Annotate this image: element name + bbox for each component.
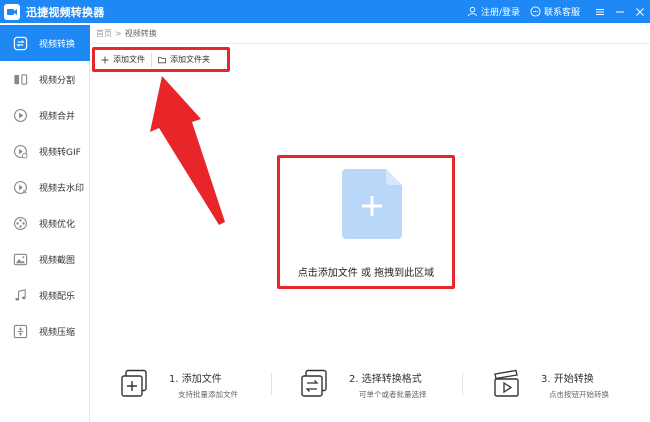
sidebar-item-video-screenshot[interactable]: 视频截图 xyxy=(0,241,90,277)
hamburger-icon xyxy=(596,8,604,15)
sidebar-item-video-split[interactable]: 视频分割 xyxy=(0,61,90,97)
step-select-format: 2. 选择转换格式 可单个或者批量选择 xyxy=(300,366,460,406)
sidebar-item-label: 视频转GIF xyxy=(39,147,81,158)
optimize-icon xyxy=(12,215,28,231)
sidebar-item-video-gif[interactable]: 视频转GIF xyxy=(0,133,90,169)
sidebar-item-label: 视频优化 xyxy=(39,219,76,230)
sidebar-item-label: 视频截图 xyxy=(39,255,76,266)
step-title: 3. 开始转换 xyxy=(541,374,594,385)
title-bar: 迅捷视频转换器 注册/登录 联系客服 xyxy=(0,0,650,23)
music-icon xyxy=(12,287,28,303)
add-file-step-icon xyxy=(121,369,147,397)
app-logo-icon xyxy=(4,3,20,20)
format-switch-step-icon xyxy=(301,369,327,397)
sidebar-item-video-convert[interactable]: 视频转换 xyxy=(0,25,90,61)
step-divider xyxy=(271,373,272,395)
sidebar: 视频转换 视频分割 视频合并 视频转GIF 视频去水印 视频优化 视频截图 视频… xyxy=(0,23,90,422)
sidebar-item-label: 视频压缩 xyxy=(39,327,76,338)
plus-icon xyxy=(101,56,109,63)
menu-button[interactable] xyxy=(590,0,610,23)
breadcrumb-separator: > xyxy=(115,29,122,38)
add-file-icon xyxy=(342,169,402,239)
step-start-convert: 3. 开始转换 点击按钮开始转换 xyxy=(492,366,632,406)
drop-zone-text: 点击添加文件 或 拖拽到此区域 xyxy=(297,268,435,279)
file-drop-zone[interactable]: 点击添加文件 或 拖拽到此区域 xyxy=(277,155,455,289)
screenshot-icon xyxy=(12,251,28,267)
step-title: 2. 选择转换格式 xyxy=(349,374,422,385)
clapperboard-icon xyxy=(494,369,519,397)
step-add-file: 1. 添加文件 支持批量添加文件 xyxy=(120,366,270,406)
sidebar-item-label: 视频去水印 xyxy=(39,183,85,194)
step-subtitle: 点击按钮开始转换 xyxy=(549,390,609,399)
app-title: 迅捷视频转换器 xyxy=(26,5,105,19)
step-title: 1. 添加文件 xyxy=(169,374,222,385)
sidebar-item-label: 视频转换 xyxy=(39,39,76,50)
minimize-icon xyxy=(616,11,624,12)
user-icon xyxy=(467,6,478,17)
chat-icon xyxy=(530,6,541,17)
gif-icon xyxy=(12,143,28,159)
sidebar-item-video-watermark[interactable]: 视频去水印 xyxy=(0,169,90,205)
step-divider xyxy=(462,373,463,395)
sidebar-item-video-optimize[interactable]: 视频优化 xyxy=(0,205,90,241)
sidebar-item-video-music[interactable]: 视频配乐 xyxy=(0,277,90,313)
step-subtitle: 可单个或者批量选择 xyxy=(359,390,427,399)
compress-icon xyxy=(12,323,28,339)
annotation-arrow-icon xyxy=(150,76,225,225)
sidebar-item-video-compress[interactable]: 视频压缩 xyxy=(0,313,90,349)
step-subtitle: 支持批量添加文件 xyxy=(178,390,238,399)
breadcrumb-current: 视频转换 xyxy=(124,29,157,38)
register-login-link[interactable]: 注册/登录 xyxy=(467,5,520,18)
register-login-label: 注册/登录 xyxy=(480,8,520,18)
sidebar-item-video-merge[interactable]: 视频合并 xyxy=(0,97,90,133)
sidebar-item-label: 视频合并 xyxy=(39,111,76,122)
contact-support-label: 联系客服 xyxy=(543,8,580,18)
merge-icon xyxy=(12,107,28,123)
watermark-icon xyxy=(12,179,28,195)
minimize-button[interactable] xyxy=(610,0,630,23)
sidebar-item-label: 视频配乐 xyxy=(39,291,76,302)
breadcrumb: 首页 > 视频转换 xyxy=(96,28,157,39)
close-button[interactable] xyxy=(630,0,650,23)
convert-icon xyxy=(12,35,28,51)
close-icon xyxy=(636,7,644,16)
split-icon xyxy=(12,71,28,87)
contact-support-link[interactable]: 联系客服 xyxy=(530,5,580,18)
header-divider xyxy=(91,43,650,44)
sidebar-item-label: 视频分割 xyxy=(39,75,76,86)
breadcrumb-home[interactable]: 首页 xyxy=(96,28,112,39)
